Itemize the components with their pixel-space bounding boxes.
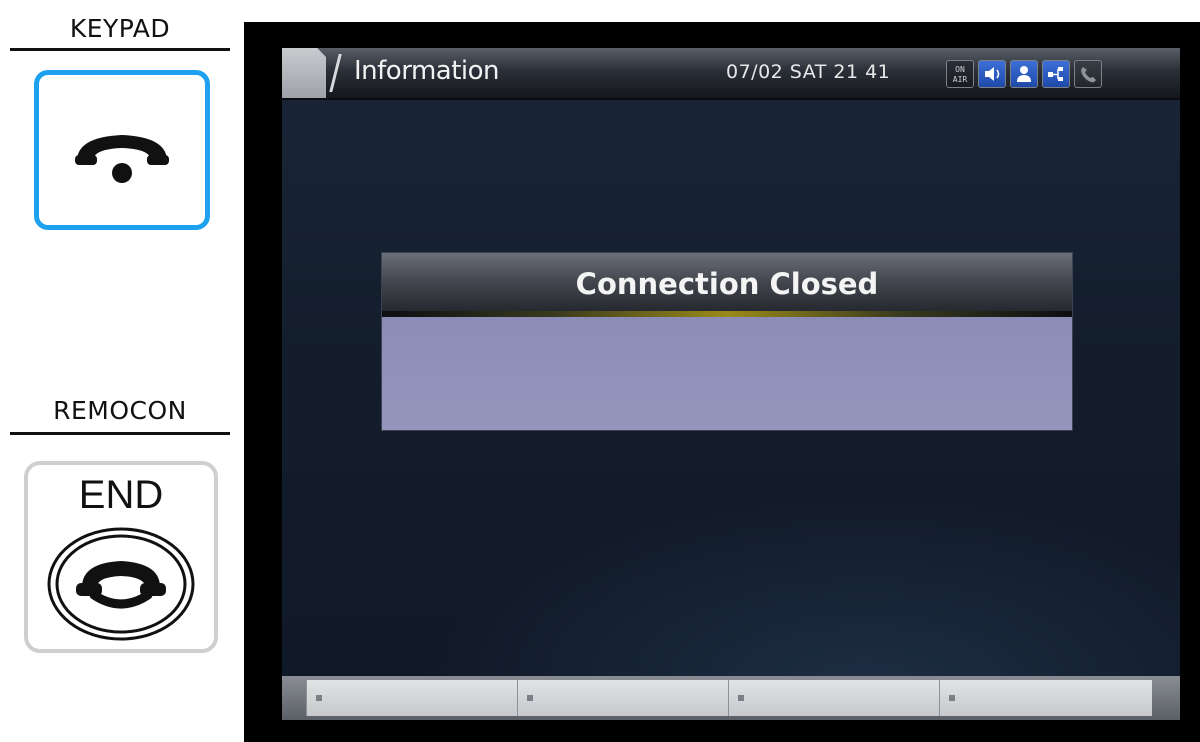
hang-up-icon: [75, 135, 169, 183]
remocon-title: REMOCON: [53, 396, 187, 425]
connection-dialog: Connection Closed: [382, 253, 1072, 430]
header-separator: [329, 54, 342, 92]
keypad-end-key[interactable]: [34, 70, 210, 230]
network-icon: [1042, 60, 1070, 88]
softkey-indicator: [527, 695, 533, 701]
on-air-icon: ON AIR: [946, 60, 974, 88]
softkey-3[interactable]: [728, 680, 939, 716]
dialog-body: [382, 317, 1072, 430]
softkey-indicator: [738, 695, 744, 701]
softkey-indicator: [316, 695, 322, 701]
page-title: Information: [354, 56, 500, 86]
dialog-title: Connection Closed: [575, 267, 879, 301]
softkey-indicator: [949, 695, 955, 701]
display-area: Information 07/02 SAT 21 41 ON AIR Conne…: [282, 48, 1180, 720]
keypad-title: KEYPAD: [69, 14, 171, 43]
remocon-divider: [10, 432, 230, 435]
speaker-icon: [978, 60, 1006, 88]
softkey-2[interactable]: [517, 680, 728, 716]
handset-icon: [1074, 60, 1102, 88]
header-bar: Information 07/02 SAT 21 41 ON AIR: [282, 48, 1180, 100]
date-time: 07/02 SAT 21 41: [726, 61, 891, 83]
end-call-icon: [47, 527, 195, 641]
header-tab: [282, 48, 326, 98]
keypad-divider: [10, 48, 230, 51]
softkey-1[interactable]: [306, 680, 517, 716]
user-icon: [1010, 60, 1038, 88]
svg-text:AIR: AIR: [953, 75, 968, 84]
svg-text:ON: ON: [955, 65, 965, 74]
remocon-end-key[interactable]: END: [24, 461, 218, 653]
softkey-4[interactable]: [939, 680, 1152, 716]
dialog-header: Connection Closed: [382, 253, 1072, 313]
softkey-bar: [282, 676, 1180, 720]
device-screen: Information 07/02 SAT 21 41 ON AIR Conne…: [244, 22, 1200, 742]
